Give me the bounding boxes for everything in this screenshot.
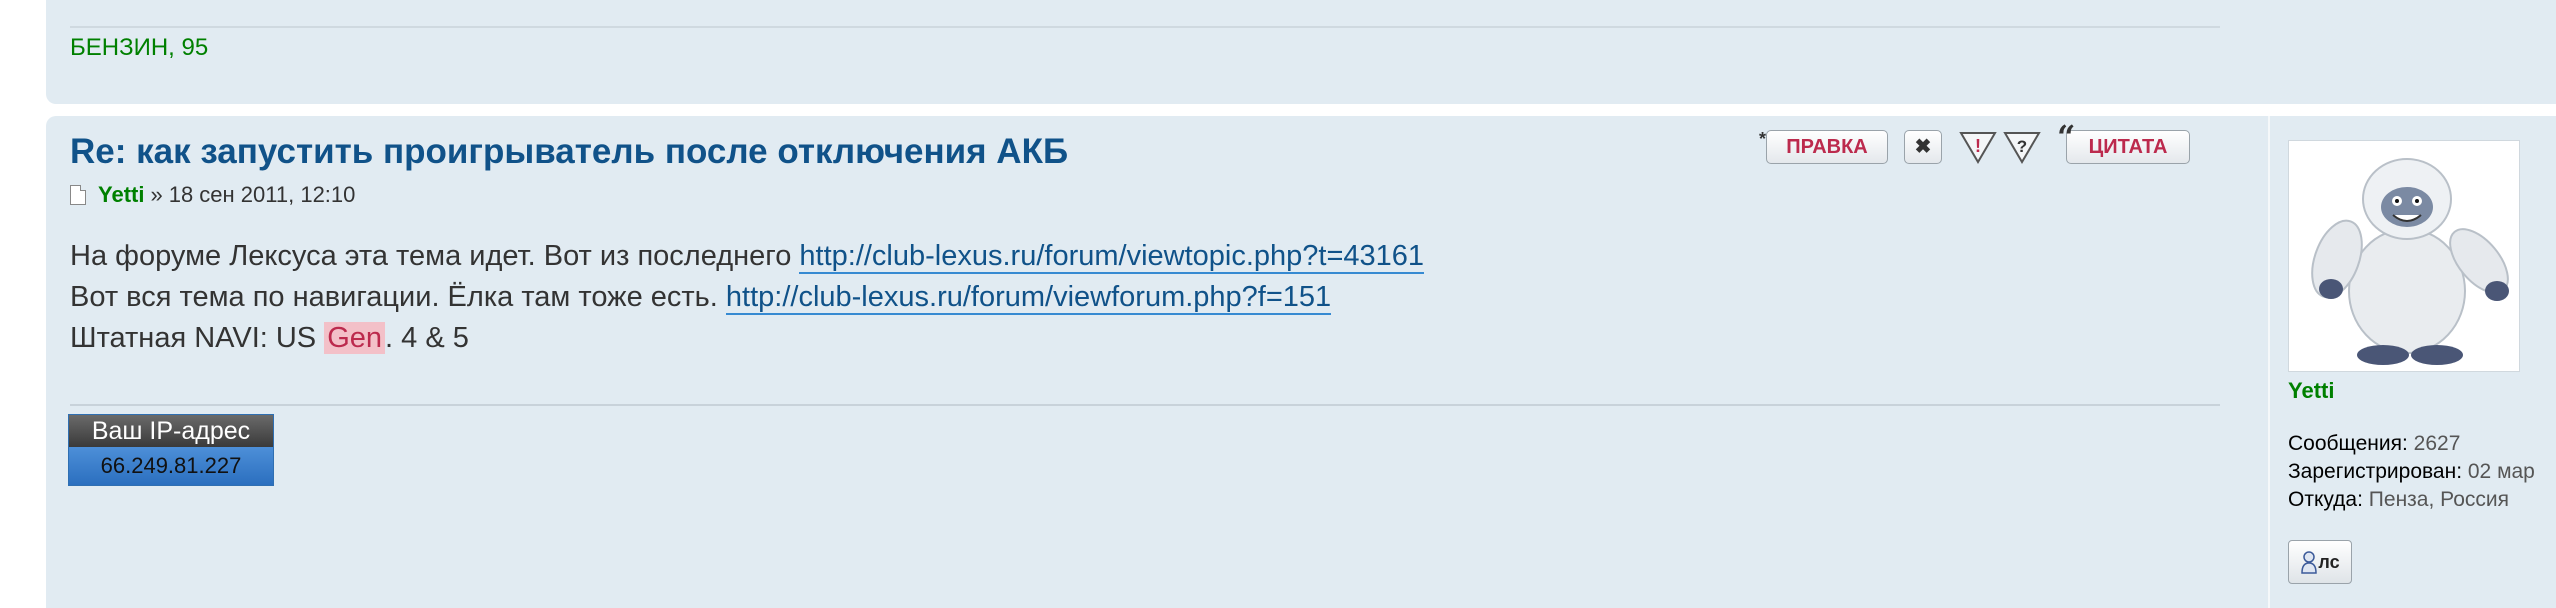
- profile-location: Откуда: Пенза, Россия: [2288, 486, 2535, 514]
- signature: БЕНЗИН, 95: [70, 34, 209, 61]
- date-separator: »: [150, 182, 163, 207]
- profile-posts: Сообщения: 2627: [2288, 430, 2535, 458]
- profile-registered: Зарегистрирован: 02 мар: [2288, 458, 2535, 486]
- content-link[interactable]: http://club-lexus.ru/forum/viewtopic.php…: [799, 240, 1425, 274]
- user-icon: [2301, 551, 2318, 574]
- content-text: На форуме Лексуса эта тема идет. Вот из …: [70, 240, 800, 272]
- edit-button-label: ПРАВКА: [1786, 136, 1868, 158]
- quote-icon: “: [2057, 118, 2076, 156]
- svg-text:!: !: [1975, 136, 1981, 156]
- previous-post: БЕНЗИН, 95: [46, 0, 2556, 104]
- question-icon: ?: [2003, 132, 2041, 164]
- posts-value: 2627: [2413, 432, 2461, 455]
- warning-icon: !: [1959, 132, 1997, 164]
- star-icon: *: [1759, 129, 1767, 149]
- post-date: 18 сен 2011, 12:10: [168, 182, 356, 207]
- from-value: Пенза, Россия: [2368, 488, 2510, 511]
- yeti-avatar-image: [2289, 141, 2519, 371]
- registered-value: 02 мар: [2467, 460, 2535, 483]
- pm-button[interactable]: лс: [2288, 540, 2352, 584]
- profile-username[interactable]: Yetti: [2288, 378, 2334, 404]
- close-icon: ✖: [1914, 136, 1932, 158]
- content-text: Штатная NAVI: US: [70, 322, 325, 354]
- content-line-2: Вот вся тема по навигации. Ёлка там тоже…: [70, 277, 1424, 318]
- post-content: На форуме Лексуса эта тема идет. Вот из …: [70, 236, 1425, 359]
- registered-label: Зарегистрирован:: [2288, 460, 2463, 483]
- ip-widget-label: Ваш IP-адрес: [69, 415, 273, 447]
- report-button[interactable]: !: [1958, 130, 1998, 164]
- ip-widget-value: 66.249.81.227: [69, 447, 273, 485]
- content-text: Вот вся тема по навигации. Ёлка там тоже…: [70, 281, 726, 313]
- ip-address-widget: Ваш IP-адрес 66.249.81.227: [68, 414, 274, 486]
- content-line-1: На форуме Лексуса эта тема идет. Вот из …: [70, 236, 1425, 277]
- post-title-link[interactable]: Re: как запустить проигрыватель после от…: [70, 132, 1068, 172]
- info-button[interactable]: ?: [2002, 130, 2042, 164]
- delete-button[interactable]: ✖: [1904, 130, 1942, 164]
- svg-text:?: ?: [2017, 137, 2027, 156]
- profile-divider: [2268, 116, 2270, 608]
- edit-button[interactable]: * ПРАВКА: [1759, 129, 1888, 164]
- content-line-3: Штатная NAVI: US Gen. 4 & 5: [70, 318, 1424, 359]
- content-link[interactable]: http://club-lexus.ru/forum/viewforum.php…: [725, 281, 1332, 315]
- from-label: Откуда:: [2288, 488, 2363, 511]
- signature-divider: [70, 404, 2220, 406]
- posts-label: Сообщения:: [2288, 432, 2408, 455]
- post-author-line: Yetti » 18 сен 2011, 12:10: [70, 182, 355, 208]
- author-link[interactable]: Yetti: [98, 182, 144, 208]
- quote-button[interactable]: “ ЦИТАТА: [2057, 121, 2190, 164]
- content-text: . 4 & 5: [385, 322, 469, 354]
- quote-button-label: ЦИТАТА: [2088, 136, 2168, 158]
- profile-stats: Сообщения: 2627 Зарегистрирован: 02 мар …: [2288, 430, 2535, 514]
- avatar: [2288, 140, 2520, 372]
- divider: [70, 26, 2220, 28]
- post-page-icon[interactable]: [70, 185, 86, 205]
- search-highlight: Gen: [324, 322, 386, 354]
- post: Re: как запустить проигрыватель после от…: [46, 116, 2556, 608]
- pm-button-label: лс: [2318, 551, 2340, 572]
